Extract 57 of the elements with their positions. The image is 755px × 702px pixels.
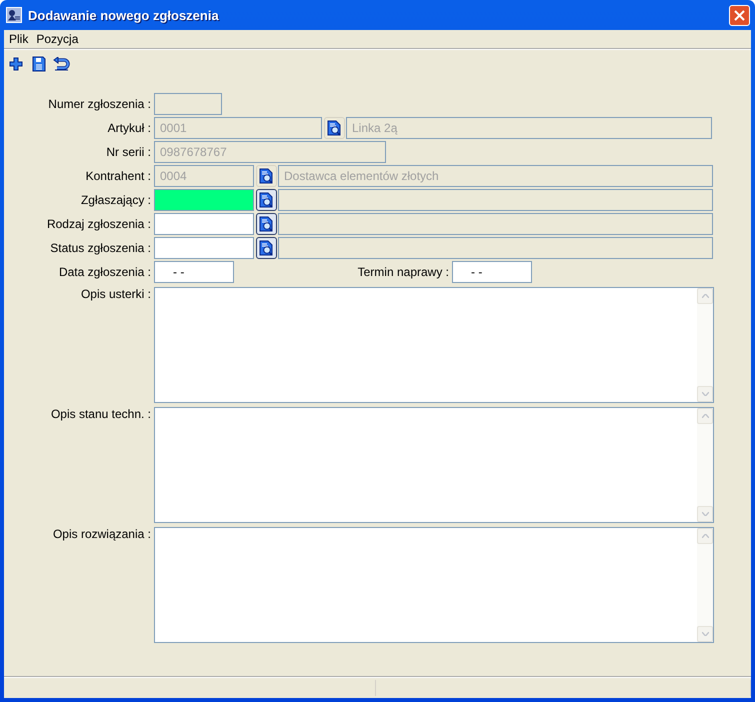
- name-field: Linka 2ą: [346, 117, 712, 139]
- field-label: Numer zgłoszenia :: [47, 97, 152, 111]
- code-field[interactable]: [154, 189, 254, 211]
- date-field[interactable]: - -: [154, 261, 234, 283]
- caret-up-icon: [702, 534, 708, 538]
- scroll-up-button[interactable]: [697, 528, 713, 544]
- caret-down-icon: [702, 512, 708, 516]
- caret-down-icon: [702, 632, 708, 636]
- document-search-icon: [259, 168, 274, 184]
- plus-icon: [8, 57, 22, 71]
- window-title: Dodawanie nowego zgłoszenia: [28, 8, 220, 22]
- caret-up-icon: [702, 414, 708, 418]
- scrollbar[interactable]: [697, 288, 713, 402]
- scroll-up-button[interactable]: [697, 408, 713, 424]
- code-field[interactable]: [154, 213, 254, 235]
- date-field[interactable]: - -: [452, 261, 532, 283]
- close-button[interactable]: [729, 4, 750, 26]
- scroll-down-button[interactable]: [697, 386, 713, 402]
- document-search-icon: [259, 240, 274, 256]
- field-label: Nr serii :: [105, 145, 152, 159]
- text-area[interactable]: [154, 527, 714, 643]
- document-search-icon: [259, 192, 274, 208]
- caret-down-icon: [702, 392, 708, 396]
- undo-icon: [53, 56, 70, 72]
- document-search-icon: [259, 216, 274, 232]
- field-label: Opis rozwiązania :: [52, 527, 152, 541]
- field-label: Artykuł :: [106, 121, 152, 135]
- lookup-button[interactable]: [256, 213, 277, 235]
- scroll-down-button[interactable]: [697, 506, 713, 522]
- scroll-up-button[interactable]: [697, 288, 713, 304]
- field-label: Status zgłoszenia :: [49, 241, 152, 255]
- lookup-button[interactable]: [256, 237, 277, 259]
- close-icon: [734, 10, 745, 20]
- menu-item[interactable]: Pozycja: [33, 32, 84, 46]
- field-label: Rodzaj zgłoszenia :: [46, 217, 152, 231]
- field-label: Opis usterki :: [80, 287, 152, 301]
- field-label: Data zgłoszenia :: [58, 265, 152, 279]
- toolbar-button[interactable]: [30, 55, 47, 73]
- document-search-icon: [327, 120, 342, 136]
- text-area[interactable]: [154, 287, 714, 403]
- scrollbar[interactable]: [697, 528, 713, 642]
- save-icon: [32, 56, 46, 72]
- menu-item[interactable]: Plik: [6, 32, 34, 46]
- field-label: Termin naprawy :: [356, 265, 450, 279]
- text-area[interactable]: [154, 407, 714, 523]
- lookup-button[interactable]: [256, 189, 277, 211]
- field-label: Opis stanu techn. :: [50, 407, 152, 421]
- toolbar-button[interactable]: [7, 55, 24, 73]
- toolbar-button[interactable]: [53, 55, 70, 73]
- scroll-down-button[interactable]: [697, 626, 713, 642]
- field-label: Zgłaszający :: [80, 193, 152, 207]
- name-field: Dostawca elementów złotych: [278, 165, 713, 187]
- app-icon: [6, 7, 22, 23]
- caret-up-icon: [702, 294, 708, 298]
- field-label: Kontrahent :: [84, 169, 152, 183]
- code-field[interactable]: [154, 237, 254, 259]
- scrollbar[interactable]: [697, 408, 713, 522]
